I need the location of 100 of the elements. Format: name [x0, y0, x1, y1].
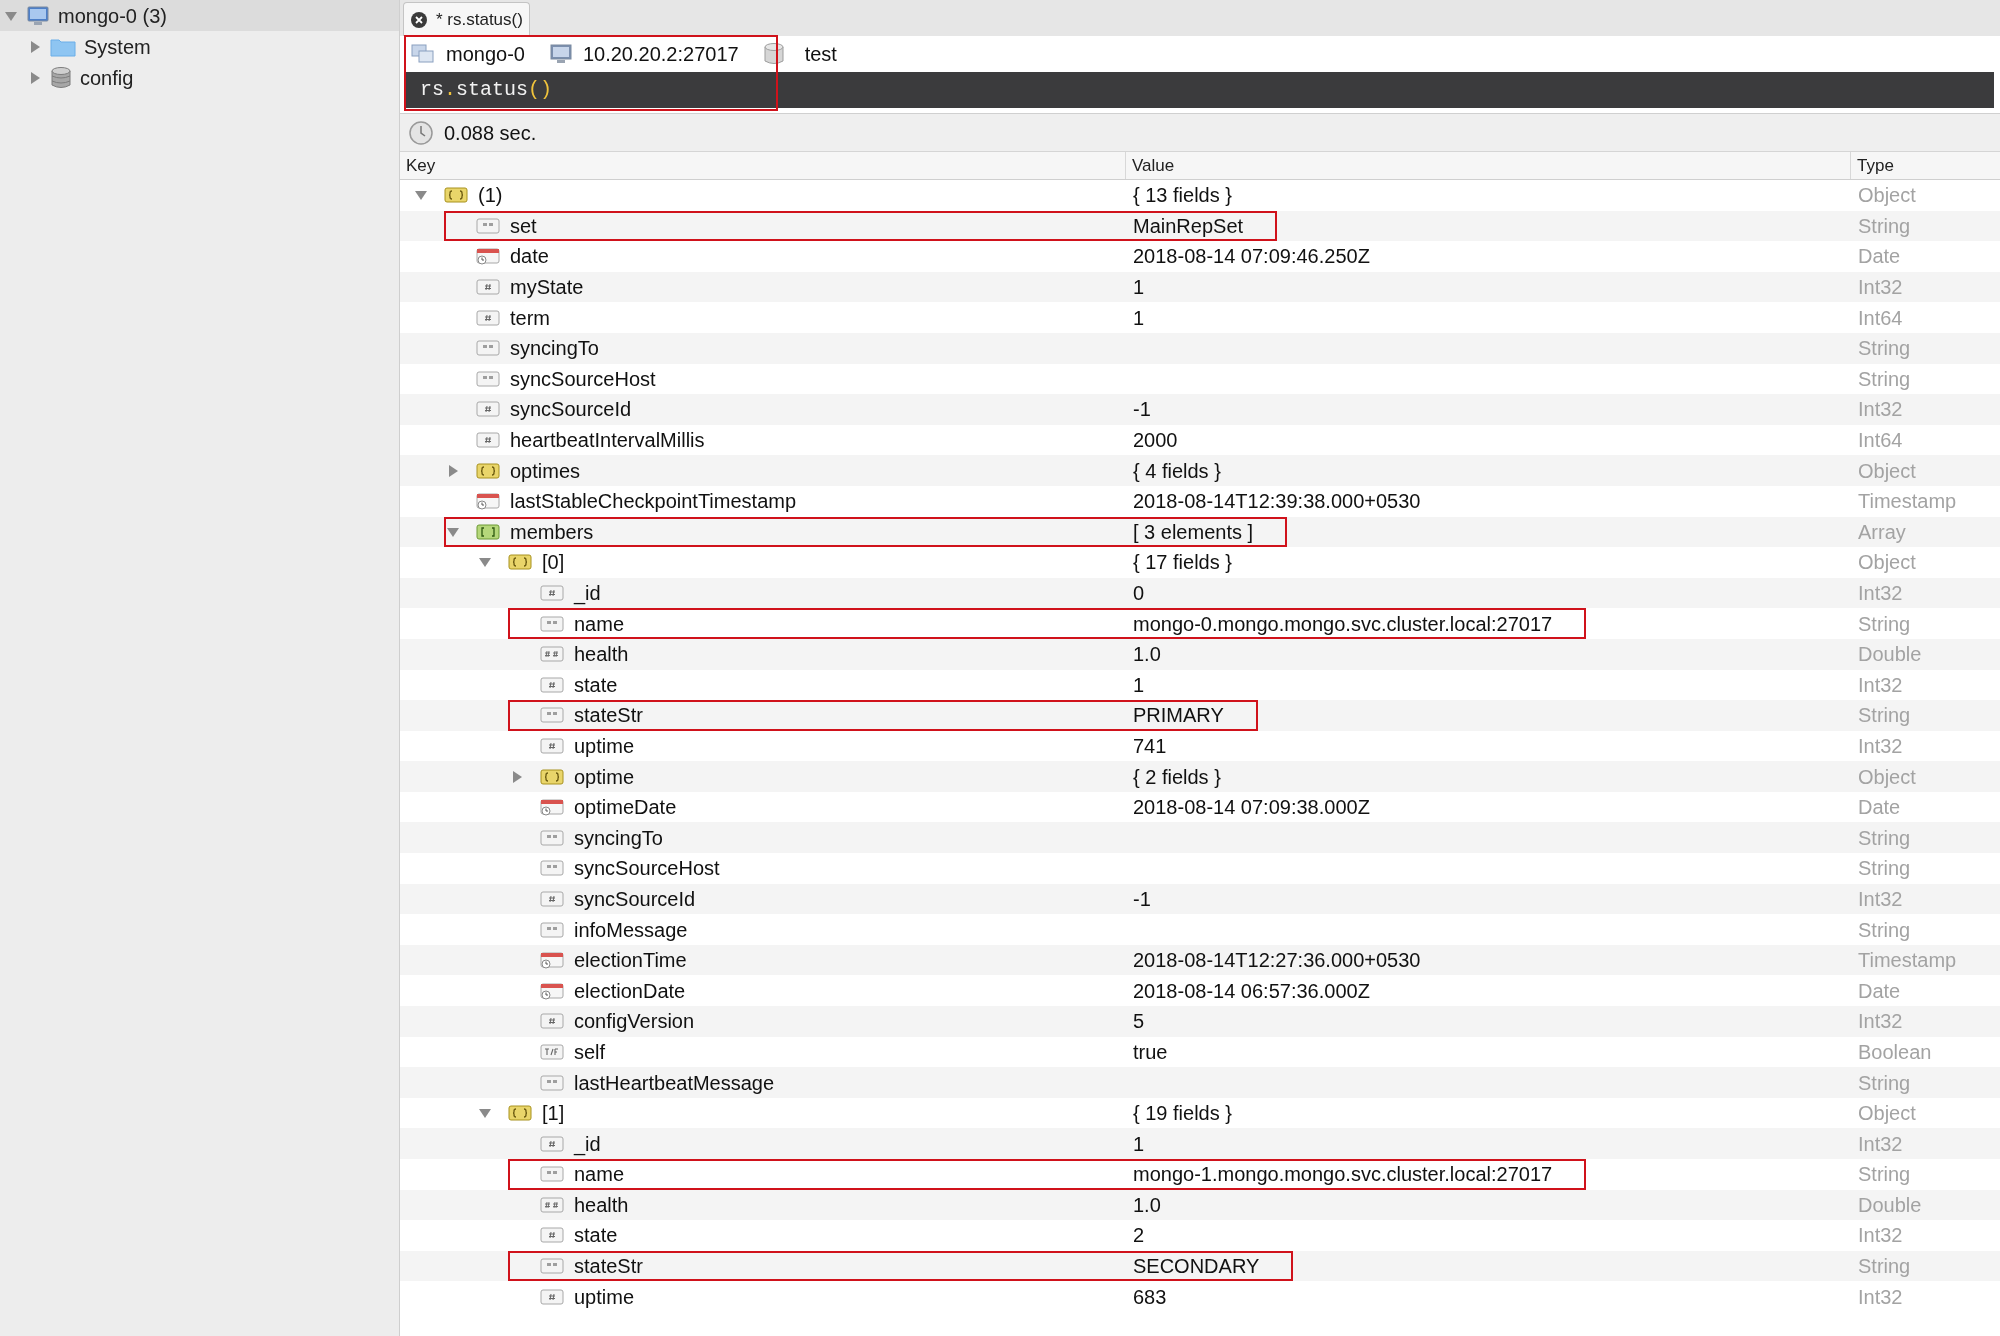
type-text: Object	[1858, 183, 1916, 209]
clock-icon	[408, 119, 434, 146]
tree-row[interactable]: electionTime 2018-08-14T12:27:36.000+0530 Timestamp	[400, 944, 2000, 976]
monitor-icon	[26, 4, 50, 27]
tree-row[interactable]: syncingTo String	[400, 332, 2000, 364]
calendar-icon	[476, 247, 500, 266]
type-text: Date	[1858, 795, 1901, 821]
value-text: 0	[1133, 581, 1145, 606]
key-text: set	[510, 213, 537, 239]
sidebar-item[interactable]: config	[0, 62, 399, 93]
quotes-icon	[540, 706, 564, 725]
tab-label: * rs.status()	[436, 8, 523, 31]
tree-row[interactable]: configVersion 5 Int32	[400, 1006, 2000, 1037]
hash-icon	[476, 400, 500, 419]
hash-icon	[540, 737, 564, 755]
type-text: Object	[1858, 764, 1916, 790]
query-tab[interactable]: * rs.status()	[403, 2, 530, 36]
value-text: 2	[1133, 1223, 1145, 1249]
type-text: Date	[1858, 244, 1901, 270]
tree-row[interactable]: syncSourceId -1 Int32	[400, 394, 2000, 425]
column-header[interactable]: Key	[400, 152, 1125, 179]
sidebar-item[interactable]: System	[0, 31, 399, 62]
tree-row[interactable]: lastHeartbeatMessage String	[400, 1067, 2000, 1098]
type-text: String	[1858, 917, 1911, 943]
tree-row[interactable]: optime { 2 fields } Object	[400, 761, 2000, 792]
value-text: PRIMARY	[1133, 703, 1224, 729]
tree-row[interactable]: members [ 3 elements ] Array	[400, 516, 2000, 548]
tree-row[interactable]: myState 1 Int32	[400, 271, 2000, 303]
tree-row[interactable]: syncSourceId -1 Int32	[400, 883, 2000, 915]
quotes-icon	[476, 216, 500, 235]
sidebar-item-label: config	[80, 65, 134, 91]
type-text: String	[1858, 611, 1911, 637]
key-text: optime	[574, 764, 635, 790]
server-icon	[410, 42, 436, 66]
key-text: health	[574, 642, 629, 668]
key-text: stateStr	[574, 1254, 643, 1280]
value-text: 1.0	[1133, 1192, 1161, 1218]
key-text: lastHeartbeatMessage	[574, 1070, 775, 1096]
key-text: myState	[510, 275, 584, 301]
expand-arrow-icon[interactable]	[446, 463, 460, 478]
tree-row[interactable]: syncingTo String	[400, 822, 2000, 854]
column-header[interactable]: Value	[1125, 152, 1850, 179]
tree-row[interactable]: _id 0 Int32	[400, 577, 2000, 609]
hash-icon	[540, 1226, 564, 1245]
key-text: electionTime	[574, 948, 687, 974]
expand-arrow-icon[interactable]	[28, 39, 42, 54]
value-text: 683	[1133, 1284, 1167, 1310]
code-editor[interactable]: rs.status()	[406, 72, 1994, 108]
type-text: Date	[1858, 978, 1901, 1004]
type-text: String	[1858, 1070, 1911, 1096]
calendar-icon	[540, 798, 564, 817]
sidebar-item[interactable]: mongo-0 (3)	[0, 0, 399, 31]
key-text: [1]	[542, 1101, 565, 1127]
value-text: mongo-1.mongo.mongo.svc.cluster.local:27017	[1133, 1162, 1553, 1188]
key-text: optimeDate	[574, 795, 677, 821]
boolean-icon	[540, 1042, 564, 1061]
sidebar-item-label: mongo-0 (3)	[58, 3, 167, 29]
key-text: self	[574, 1039, 606, 1065]
key-text: uptime	[574, 734, 635, 759]
type-text: Double	[1858, 642, 1922, 668]
braces-icon	[444, 186, 468, 205]
type-text: String	[1858, 366, 1911, 392]
tree-row[interactable]: set MainRepSet String	[400, 210, 2000, 242]
key-text: name	[574, 611, 625, 637]
key-text: term	[510, 305, 550, 331]
expand-arrow-icon[interactable]	[28, 70, 42, 85]
value-text: 741	[1133, 734, 1167, 759]
key-text: lastStableCheckpointTimestamp	[510, 489, 797, 515]
hash-icon	[540, 1287, 564, 1306]
tree-row[interactable]: stateStr PRIMARY String	[400, 700, 2000, 731]
quotes-icon	[540, 1073, 564, 1092]
quotes-icon	[540, 828, 564, 847]
close-icon[interactable]	[410, 10, 428, 29]
value-text: true	[1133, 1039, 1168, 1065]
key-text: infoMessage	[574, 917, 688, 943]
value-text: { 2 fields }	[1133, 764, 1221, 790]
key-text: syncSourceHost	[510, 366, 656, 392]
value-text: 1	[1133, 275, 1145, 301]
database-icon	[762, 42, 785, 66]
tree-row[interactable]: _id 1 Int32	[400, 1128, 2000, 1159]
tree-row[interactable]: optimes { 4 fields } Object	[400, 455, 2000, 486]
type-text: Object	[1858, 458, 1916, 484]
expand-arrow-icon[interactable]	[510, 769, 524, 784]
key-text: members	[510, 519, 594, 545]
value-text: 2018-08-14 07:09:38.000Z	[1133, 795, 1370, 821]
type-text: String	[1858, 825, 1911, 851]
quotes-icon	[476, 369, 500, 388]
value-text: { 19 fields }	[1133, 1101, 1232, 1127]
tree-row[interactable]: stateStr SECONDARY String	[400, 1250, 2000, 1282]
value-text: 2000	[1133, 428, 1178, 454]
column-header[interactable]: Type	[1850, 152, 2000, 179]
tree-row[interactable]: health 1.0 Double	[400, 638, 2000, 670]
tree-row[interactable]: health 1.0 Double	[400, 1189, 2000, 1221]
type-text: Int32	[1858, 581, 1903, 606]
type-text: Double	[1858, 1192, 1922, 1218]
key-text: optimes	[510, 458, 581, 484]
brackets-icon	[476, 522, 500, 541]
braces-icon	[476, 461, 500, 480]
key-text: syncSourceHost	[574, 856, 720, 882]
type-text: String	[1858, 1254, 1911, 1280]
